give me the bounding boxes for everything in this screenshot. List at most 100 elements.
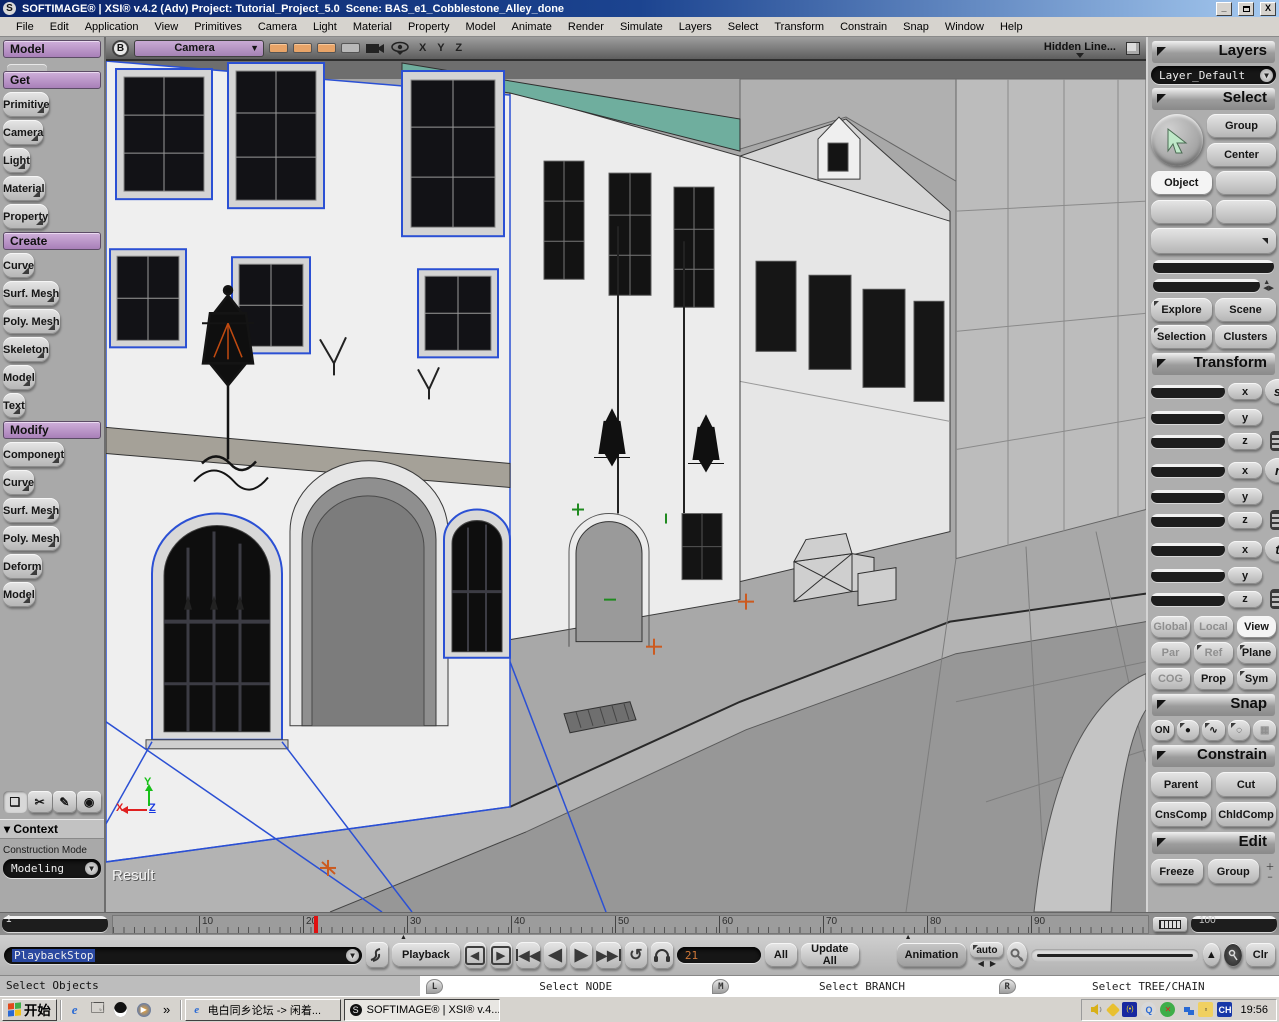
view-mode-button[interactable]: View — [1237, 616, 1276, 638]
get-menu-button[interactable]: Material — [3, 176, 45, 201]
timeline-end-field[interactable]: 100 — [1191, 916, 1277, 932]
menu-item[interactable]: Simulate — [612, 18, 671, 36]
get-menu-button[interactable]: Camera — [3, 120, 43, 145]
layers-section-header[interactable]: Layers — [1152, 41, 1275, 63]
media-player-icon[interactable]: ▶ — [134, 1000, 154, 1020]
prev-key-icon[interactable]: ◀ — [978, 959, 984, 968]
select-blank-button[interactable] — [1216, 171, 1277, 195]
selection-button[interactable]: Selection — [1151, 325, 1212, 349]
scale-x-slider[interactable] — [1151, 385, 1225, 398]
snap-point-icon[interactable]: ● — [1177, 720, 1200, 741]
quicktime-icon[interactable]: Q — [1141, 1002, 1156, 1017]
context-header[interactable]: ▾ Context — [0, 819, 104, 839]
local-mode-button[interactable]: Local — [1194, 616, 1233, 638]
playback-mode-dropdown[interactable]: PlaybackStop ▼ — [4, 947, 362, 964]
quicklaunch-overflow-icon[interactable]: » — [157, 1000, 177, 1020]
scene-button[interactable]: Scene — [1215, 298, 1276, 322]
frame-back-button[interactable]: ◀ — [464, 942, 486, 969]
snap-on-button[interactable]: ON — [1151, 720, 1174, 741]
timeline-ruler[interactable]: 102030405060708090 — [112, 915, 1149, 934]
volume-icon[interactable] — [1090, 1003, 1104, 1016]
edit-section-header[interactable]: Edit — [1152, 832, 1275, 854]
frame-forward-button[interactable]: ▶ — [490, 942, 512, 969]
uniform-scale-icon[interactable] — [1270, 431, 1279, 451]
key-slider[interactable] — [1031, 949, 1199, 962]
translate-y-slider[interactable] — [1151, 569, 1225, 582]
loop-button[interactable]: ↺ — [625, 942, 647, 969]
rotate-tool-button[interactable]: r — [1265, 458, 1279, 483]
select-arrow-tool[interactable] — [1151, 114, 1203, 166]
menu-item[interactable]: View — [147, 18, 187, 36]
start-button[interactable]: 开始 — [2, 999, 57, 1021]
create-menu-button[interactable]: Text — [3, 393, 25, 418]
translate-z-slider[interactable] — [1151, 593, 1225, 606]
constrain-section-header[interactable]: Constrain — [1152, 745, 1275, 767]
scale-y-slider[interactable] — [1151, 411, 1225, 424]
menu-item[interactable]: Application — [77, 18, 147, 36]
lock-icon[interactable]: ▫ — [1198, 1002, 1213, 1017]
menu-item[interactable]: Property — [400, 18, 458, 36]
menu-item[interactable]: Model — [458, 18, 504, 36]
modify-menu-button[interactable]: Deform — [3, 554, 42, 579]
viewport-resize-icon[interactable] — [1126, 42, 1140, 55]
plane-mode-button[interactable]: Plane — [1237, 642, 1276, 664]
select-blank-button[interactable] — [1216, 200, 1277, 224]
palette-icon[interactable]: ◉ — [77, 791, 101, 813]
viewport-memo-button[interactable]: B — [112, 40, 129, 57]
rotate-z-slider[interactable] — [1151, 514, 1225, 527]
go-to-start-button[interactable]: ◀◀ — [516, 942, 541, 969]
selection-slider[interactable] — [1153, 260, 1274, 273]
group-button[interactable]: Group — [1208, 859, 1260, 884]
uniform-translate-icon[interactable] — [1270, 589, 1279, 609]
get-menu-button[interactable]: Light — [3, 148, 30, 173]
selection-filter-dropdown[interactable] — [1151, 228, 1276, 254]
layer-dropdown[interactable]: Layer_Default ▼ — [1151, 66, 1276, 84]
snap-curve-icon[interactable]: ∿ — [1202, 720, 1225, 741]
play-backward-button[interactable]: ◀ — [544, 942, 566, 969]
menu-item[interactable]: Help — [992, 18, 1031, 36]
freeze-button[interactable]: Freeze — [1151, 859, 1203, 884]
create-menu-button[interactable]: Surf. Mesh — [3, 281, 59, 306]
translate-z-button[interactable]: z — [1228, 591, 1262, 608]
key-icon-button[interactable] — [1007, 942, 1026, 968]
menu-item[interactable]: Material — [345, 18, 400, 36]
translate-x-button[interactable]: x — [1228, 541, 1262, 558]
create-menu-button[interactable]: Skeleton — [3, 337, 49, 362]
viewport-view-dropdown[interactable]: Camera ▼ — [134, 40, 264, 57]
signal-icon[interactable]: (•) — [1122, 1002, 1137, 1017]
modify-menu-button[interactable]: Curve — [3, 470, 34, 495]
input-language-indicator[interactable]: CH — [1217, 1002, 1232, 1017]
pen-tool-icon[interactable]: ✎ — [53, 791, 77, 813]
audio-mute-button[interactable] — [651, 942, 673, 969]
constrain-button[interactable]: CnsComp — [1151, 802, 1211, 827]
get-menu-button[interactable]: Property — [3, 204, 48, 229]
menu-item[interactable]: Primitives — [186, 18, 250, 36]
sym-mode-button[interactable]: Sym — [1237, 668, 1276, 690]
memo-cam-slot-icon[interactable] — [269, 43, 288, 53]
scale-tool-button[interactable]: s — [1265, 379, 1279, 404]
play-forward-button[interactable]: ▶ — [570, 942, 592, 969]
menu-item[interactable]: Window — [937, 18, 992, 36]
create-menu-button[interactable]: Model — [3, 365, 35, 390]
task-button-xsi[interactable]: S SOFTIMAGE® | XSI® v.4... — [344, 999, 500, 1021]
menu-item[interactable]: Snap — [895, 18, 937, 36]
menu-item[interactable]: Animate — [504, 18, 560, 36]
input-gold-icon[interactable] — [1106, 1002, 1120, 1016]
translate-y-button[interactable]: y — [1228, 567, 1262, 584]
constrain-button[interactable]: Cut — [1216, 772, 1276, 797]
auto-key-button[interactable]: auto — [970, 942, 1003, 958]
axis-toggle-buttons[interactable]: X Y Z — [419, 42, 466, 54]
rotate-x-button[interactable]: x — [1228, 462, 1262, 479]
translate-tool-button[interactable]: t — [1265, 537, 1279, 562]
menu-item[interactable]: Constrain — [832, 18, 895, 36]
playback-options-button[interactable]: Playback — [392, 943, 460, 967]
snap-grid-icon[interactable]: ▦ — [1253, 720, 1276, 741]
playhead[interactable] — [314, 916, 318, 933]
explore-button[interactable]: Explore — [1151, 298, 1212, 322]
qq-quicklaunch-icon[interactable] — [111, 1000, 131, 1020]
timeline-range-icon[interactable] — [1153, 917, 1187, 932]
scale-z-slider[interactable] — [1151, 435, 1225, 448]
menu-item[interactable]: Transform — [766, 18, 832, 36]
scene-3d-view[interactable]: Y X Z Result — [106, 61, 1146, 912]
animation-menu-button[interactable]: Animation — [897, 943, 967, 967]
